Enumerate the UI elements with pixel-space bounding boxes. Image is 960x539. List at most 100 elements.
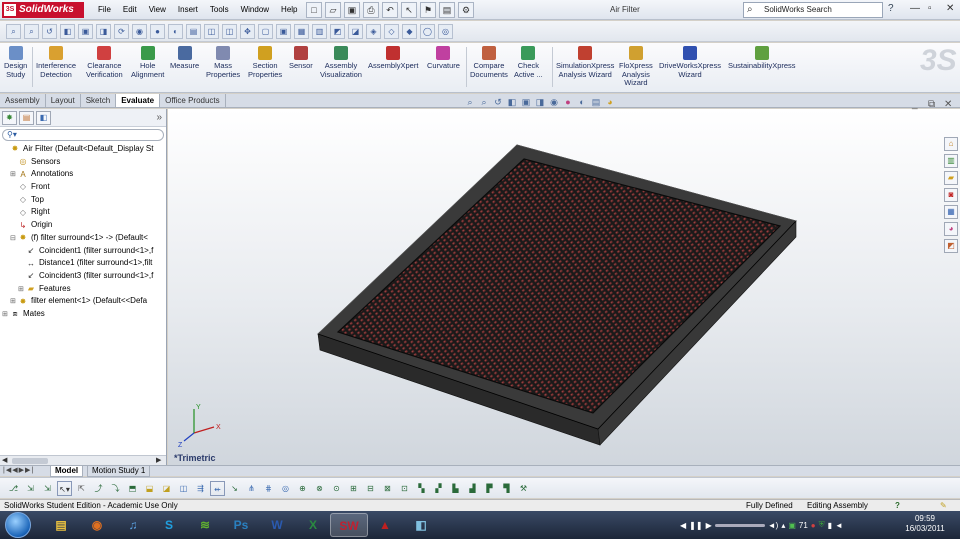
menu-insert[interactable]: Insert <box>172 0 204 20</box>
taskbar-clock[interactable]: 09:59 16/03/2011 <box>900 514 950 534</box>
section-properties-icon[interactable]: ⊗ <box>312 481 327 496</box>
tree-item[interactable]: ◇ Top <box>0 194 166 207</box>
appearances-icon[interactable]: ◕ <box>944 222 958 236</box>
tree-item[interactable]: ⊞ ⧈ Mates <box>0 308 166 321</box>
cmd-mass-properties[interactable]: Mass Properties <box>206 46 240 79</box>
tab-office-products[interactable]: Office Products <box>160 94 226 107</box>
tree-item[interactable]: ◇ Front <box>0 181 166 194</box>
perspective-icon[interactable]: ◪ <box>348 23 363 39</box>
view-settings-icon[interactable]: ▤ <box>590 97 602 108</box>
print-icon[interactable]: ⎙ <box>363 2 379 18</box>
taskbar-explorer-icon[interactable]: ▤ <box>42 513 80 537</box>
menu-view[interactable]: View <box>143 0 172 20</box>
display-style-icon[interactable]: ◨ <box>534 97 546 108</box>
driveworks-icon[interactable]: ▟ <box>465 481 480 496</box>
menu-help[interactable]: Help <box>275 0 303 20</box>
cmd-interference-detection[interactable]: Interference Detection <box>36 46 76 79</box>
cmd-sustainabilityxpress[interactable]: SustainabilityXpress <box>728 46 796 71</box>
taskbar-skype-icon[interactable]: S <box>150 513 188 537</box>
tab-navigation-icon[interactable]: |◀◀▶▶| <box>3 466 34 474</box>
configuration-manager-tab-icon[interactable]: ◧ <box>36 111 51 125</box>
help-icon[interactable]: ? <box>888 3 894 14</box>
previous-view-icon[interactable]: ↺ <box>492 97 504 108</box>
smart-fasteners-icon[interactable]: ⇲ <box>40 481 55 496</box>
taskbar-itunes-icon[interactable]: ♫ <box>114 513 152 537</box>
expand-icon[interactable]: ⊞ <box>10 296 18 308</box>
cmd-design-study[interactable]: Design Study <box>4 46 27 79</box>
search-input[interactable]: ⌕ SolidWorks Search <box>743 2 883 18</box>
feature-manager-tab-icon[interactable]: ✸ <box>2 111 17 125</box>
hide-show-items-icon[interactable]: ◉ <box>548 97 560 108</box>
expand-icon[interactable]: ⊞ <box>2 309 10 321</box>
view-palette-icon[interactable]: ▦ <box>944 205 958 219</box>
tray-speaker-icon[interactable]: ◄ <box>835 521 843 530</box>
curvature-icon[interactable]: ⊠ <box>380 481 395 496</box>
media-pause-icon[interactable]: ❚❚ <box>689 521 702 530</box>
cmd-floxpress-analysis-wizard[interactable]: FloXpress Analysis Wizard <box>619 46 653 88</box>
property-manager-tab-icon[interactable]: ▤ <box>19 111 34 125</box>
select-icon[interactable]: ↖▾ <box>57 480 72 496</box>
tab-evaluate[interactable]: Evaluate <box>116 94 161 107</box>
taskbar-firefox-icon[interactable]: ◉ <box>78 513 116 537</box>
hole-alignment-icon[interactable]: ⋕ <box>261 481 276 496</box>
tray-shield-icon[interactable]: ⛨ <box>819 520 825 530</box>
tree-item[interactable]: ↔ Distance1 (filter surround<1>,filt <box>0 257 166 270</box>
tree-item[interactable]: ⊞ ▰ Features <box>0 283 166 296</box>
view-orientation-icon[interactable]: ▣ <box>520 97 532 108</box>
view-settings-icon[interactable]: ▤ <box>186 23 201 39</box>
tab-assembly[interactable]: Assembly <box>0 94 46 107</box>
view-orientation-icon[interactable]: ▣ <box>78 23 93 39</box>
zoom-to-fit-icon[interactable]: ⌕ <box>6 23 21 39</box>
design-library-icon[interactable]: ▥ <box>944 154 958 168</box>
tree-horizontal-scrollbar[interactable]: ◀ ▶ <box>0 455 166 465</box>
cmd-section-properties[interactable]: Section Properties <box>248 46 282 79</box>
zoom-area-icon[interactable]: ⌕ <box>478 97 490 108</box>
cmd-clearance-verification[interactable]: Clearance Verification <box>86 46 123 79</box>
media-forward-icon[interactable]: ▶ <box>706 521 712 530</box>
section-view-icon[interactable]: ◧ <box>506 97 518 108</box>
volume-icon[interactable]: ◄) <box>768 521 779 530</box>
tray-network-icon[interactable]: ▮ <box>828 521 832 530</box>
cmd-sensor[interactable]: Sensor <box>289 46 313 71</box>
dropdown-icon[interactable]: ◕ <box>604 97 616 108</box>
restore-icon[interactable]: ▫ <box>928 3 932 14</box>
simulationxpress-icon[interactable]: ▞ <box>431 481 446 496</box>
minimize-icon[interactable]: — <box>910 3 920 14</box>
tree-filter-input[interactable]: ⚲▾ <box>2 129 164 141</box>
appearance-icon[interactable]: ● <box>150 23 165 39</box>
camera-icon[interactable]: ◆ <box>402 23 417 39</box>
expand-icon[interactable]: ⊞ <box>10 169 18 181</box>
solidworks-resources-icon[interactable]: ⌂ <box>944 137 958 151</box>
cmd-driveworksxpress-wizard[interactable]: DriveWorksXpress Wizard <box>659 46 721 79</box>
help-status-icon[interactable]: ? <box>895 500 900 511</box>
sustainability-icon[interactable]: ▛ <box>482 481 497 496</box>
measure-icon[interactable]: ◎ <box>278 481 293 496</box>
tray-green-icon[interactable]: ▣ <box>788 521 796 530</box>
cmd-assembly-visualization[interactable]: Assembly Visualization <box>320 46 362 79</box>
cmd-curvature[interactable]: Curvature <box>427 46 460 71</box>
apply-scene-icon[interactable]: ◐ <box>576 97 588 108</box>
tree-item[interactable]: ◎ Sensors <box>0 156 166 169</box>
scroll-right-icon[interactable]: ▶ <box>156 456 161 464</box>
assembly-features-icon[interactable]: ⬒ <box>125 481 140 496</box>
open-folder-icon[interactable]: ▱ <box>325 2 341 18</box>
tab-layout[interactable]: Layout <box>46 94 81 107</box>
graphics-area[interactable]: X Y Z <box>168 109 960 465</box>
select-arrow-icon[interactable]: ↖ <box>401 2 417 18</box>
scene-icon[interactable]: ◐ <box>168 23 183 39</box>
cmd-measure[interactable]: Measure <box>170 46 199 71</box>
interference-detection-icon[interactable]: ↘ <box>227 481 242 496</box>
collapse-icon[interactable]: ⊟ <box>10 233 18 245</box>
solidworks-logo[interactable]: 3S SolidWorks <box>2 2 84 18</box>
start-button[interactable] <box>5 512 31 538</box>
tray-red-icon[interactable]: ● <box>811 521 816 530</box>
cmd-assemblyxpert[interactable]: AssemblyXpert <box>368 46 418 71</box>
taskbar-photoshop-icon[interactable]: Ps <box>222 513 260 537</box>
taskbar-solidworks-icon[interactable]: SW <box>330 513 368 537</box>
exploded-view-icon[interactable]: ⇶ <box>193 481 208 496</box>
tree-item[interactable]: ◇ Right <box>0 206 166 219</box>
menu-window[interactable]: Window <box>235 0 275 20</box>
tray-arrow-icon[interactable]: ▴ <box>781 521 785 530</box>
menu-tools[interactable]: Tools <box>204 0 235 20</box>
reference-geometry-icon[interactable]: ⬓ <box>142 481 157 496</box>
